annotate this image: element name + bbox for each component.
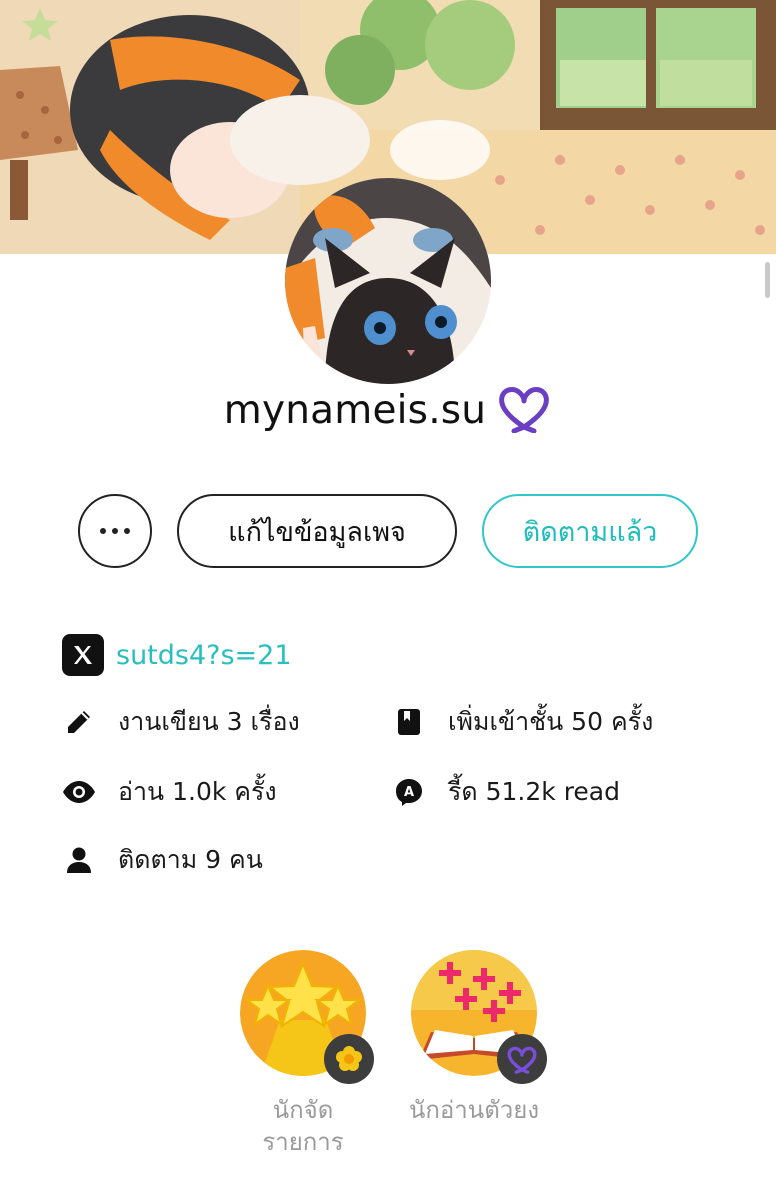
- profile-name-row: mynameis.su: [0, 382, 776, 438]
- more-options-button[interactable]: [78, 494, 152, 568]
- badge-label-avid-reader-line1: นักอ่านตัวยง: [408, 1096, 540, 1124]
- social-link-row[interactable]: sutds4?s=21: [62, 634, 292, 676]
- stat-reader-reads: A รี้ด 51.2k read: [392, 772, 620, 812]
- more-dots-icon: [100, 528, 130, 534]
- purple-heart-ribbon-icon: [496, 383, 552, 437]
- star-flower-mini-icon: [324, 1034, 374, 1084]
- badge-label-collector-line1: นักจัด: [272, 1096, 334, 1124]
- bookmark-book-icon: [392, 705, 426, 739]
- stat-reads-text: อ่าน 1.0k ครั้ง: [118, 777, 277, 806]
- stat-works-text: งานเขียน 3 เรื่อง: [118, 707, 300, 736]
- stat-shelf-adds-text: เพิ่มเข้าชั้น 50 ครั้ง: [448, 707, 654, 736]
- social-handle-link[interactable]: sutds4?s=21: [116, 640, 292, 671]
- username: mynameis.su: [223, 387, 487, 433]
- edit-page-button[interactable]: แก้ไขข้อมูลเพจ: [177, 494, 457, 568]
- pencil-icon: [62, 705, 96, 739]
- stat-works: งานเขียน 3 เรื่อง: [62, 702, 300, 742]
- x-logo-icon: [62, 634, 104, 676]
- stat-shelf-adds: เพิ่มเข้าชั้น 50 ครั้ง: [392, 702, 653, 742]
- stat-reader-reads-text: รี้ด 51.2k read: [448, 777, 620, 806]
- avatar[interactable]: [285, 178, 491, 384]
- badge-label-avid-reader: นักอ่านตัวยง: [392, 1094, 556, 1126]
- badge-label-collector-line2: รายการ: [262, 1128, 344, 1156]
- following-button[interactable]: ติดตามแล้ว: [482, 494, 698, 568]
- svg-text:A: A: [404, 785, 414, 800]
- scrollbar[interactable]: [765, 262, 770, 298]
- speech-bubble-a-icon: A: [392, 775, 426, 809]
- purple-heart-mini-icon: [497, 1034, 547, 1084]
- stat-followers: ติดตาม 9 คน: [62, 840, 263, 880]
- stat-followers-text: ติดตาม 9 คน: [118, 845, 263, 874]
- badge-label-collector: นักจัด รายการ: [236, 1094, 370, 1158]
- person-icon: [62, 843, 96, 877]
- stat-reads: อ่าน 1.0k ครั้ง: [62, 772, 277, 812]
- eye-icon: [62, 775, 96, 809]
